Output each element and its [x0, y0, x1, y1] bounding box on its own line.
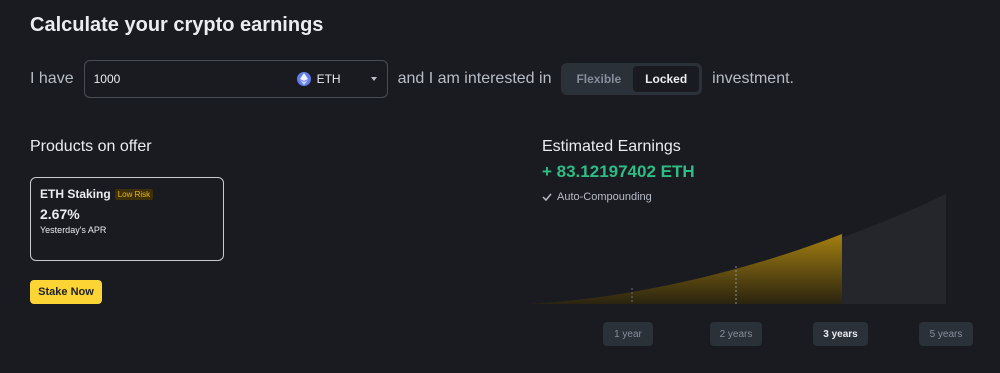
page-title: Calculate your crypto earnings [30, 14, 324, 36]
period-2-years[interactable]: 2 years [710, 322, 762, 346]
coin-select[interactable]: ETH [296, 61, 377, 97]
earnings-title: Estimated Earnings [542, 138, 681, 155]
locked-option[interactable]: Locked [633, 66, 700, 92]
sentence-suffix: investment. [712, 70, 794, 87]
calculator-sentence: I have ETH and I am interested in Flexib… [30, 58, 794, 100]
caret-down-icon [370, 77, 377, 81]
risk-badge: Low Risk [114, 188, 154, 200]
period-3-years[interactable]: 3 years [813, 322, 868, 346]
eth-icon [296, 72, 311, 86]
product-card-eth-staking[interactable]: ETH Staking Low Risk 2.67% Yesterday's A… [30, 177, 224, 261]
products-title: Products on offer [30, 138, 152, 155]
apr-value: 2.67% [40, 206, 80, 222]
amount-field[interactable]: ETH [83, 60, 388, 98]
stake-now-button[interactable]: Stake Now [30, 280, 102, 304]
chart-earned-area [530, 234, 842, 304]
investment-type-toggle: Flexible Locked [561, 63, 703, 95]
product-name: ETH Staking [40, 187, 111, 201]
coin-label: ETH [316, 72, 341, 86]
product-header: ETH Staking Low Risk [40, 187, 214, 201]
earnings-value: + 83.12197402 ETH [542, 162, 695, 181]
earnings-growth-chart [530, 194, 946, 304]
sentence-middle: and I am interested in [397, 70, 552, 87]
flexible-option[interactable]: Flexible [564, 66, 633, 92]
sentence-prefix: I have [30, 70, 74, 87]
period-5-years[interactable]: 5 years [919, 322, 973, 346]
apr-label: Yesterday's APR [40, 225, 107, 235]
period-1-year[interactable]: 1 year [603, 322, 653, 346]
amount-input[interactable] [84, 71, 276, 87]
